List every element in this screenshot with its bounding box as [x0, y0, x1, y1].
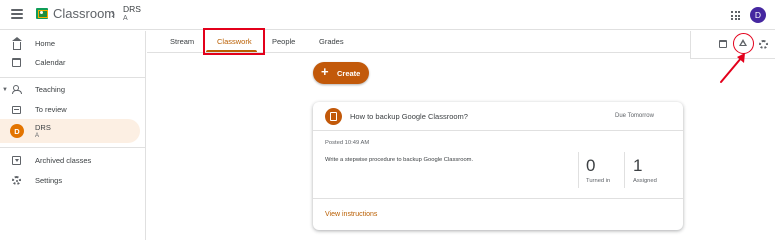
create-button-label: Create [337, 69, 361, 78]
assigned-count[interactable]: 1 [633, 156, 642, 176]
card-footer-divider [313, 198, 683, 199]
sidebar-item-label: Calendar [35, 58, 66, 67]
chevron-right-icon: › [111, 7, 115, 21]
google-calendar-icon[interactable] [719, 40, 727, 48]
stat-divider [624, 152, 625, 188]
top-app-bar: Classroom › DRS A D [0, 0, 775, 30]
sidebar-item-label: DRS [35, 123, 51, 132]
caret-down-icon[interactable]: ▼ [2, 87, 8, 93]
calendar-icon [11, 57, 22, 68]
sidebar-divider [0, 147, 146, 148]
app-title[interactable]: Classroom [53, 6, 115, 21]
assigned-label: Assigned [633, 178, 657, 184]
review-icon [11, 104, 22, 115]
sidebar-item-drs[interactable]: D DRS A [0, 119, 140, 143]
turned-in-count[interactable]: 0 [586, 156, 595, 176]
class-avatar: D [10, 124, 24, 138]
sidebar-item-home[interactable]: Home [0, 33, 140, 54]
tab-grades[interactable]: Grades [319, 37, 344, 46]
breadcrumb-class-section: A [123, 15, 128, 22]
annotation-arrow-icon [720, 53, 745, 83]
archive-icon [11, 155, 22, 166]
assignment-card-header[interactable]: How to backup Google Classroom? Due Tomo… [313, 102, 683, 131]
tab-stream[interactable]: Stream [170, 37, 194, 46]
breadcrumb-class-name[interactable]: DRS [123, 4, 141, 14]
assignment-due-date: Due Tomorrow [615, 113, 654, 119]
classroom-logo-icon[interactable] [36, 8, 48, 19]
assignment-title[interactable]: How to backup Google Classroom? [350, 112, 468, 121]
gear-icon [11, 175, 22, 186]
hamburger-menu-icon[interactable] [11, 9, 23, 19]
people-icon [11, 84, 22, 95]
sidebar-item-settings[interactable]: Settings [0, 170, 140, 191]
sidebar-item-teaching[interactable]: ▼ Teaching [0, 79, 140, 100]
tab-people[interactable]: People [272, 37, 295, 46]
class-settings-gear-icon[interactable] [759, 40, 768, 49]
drive-annotation-circle [733, 33, 754, 54]
assignment-icon [325, 108, 342, 125]
sidebar-divider [0, 77, 146, 78]
plus-icon: + [321, 64, 329, 79]
assignment-card[interactable]: How to backup Google Classroom? Due Tomo… [313, 102, 683, 230]
sidebar-item-label: Home [35, 39, 56, 48]
sidebar-item-label: Archived classes [35, 156, 92, 165]
google-apps-icon[interactable] [731, 11, 740, 20]
home-icon [11, 36, 22, 50]
account-avatar[interactable]: D [750, 7, 766, 23]
stat-divider [578, 152, 579, 188]
sidebar-item-label: Teaching [35, 85, 66, 94]
sidebar-item-sublabel: A [35, 133, 40, 139]
sidebar-item-calendar[interactable]: Calendar [0, 52, 140, 73]
view-instructions-link[interactable]: View instructions [325, 211, 377, 218]
sidebar-item-to-review[interactable]: To review [0, 99, 140, 120]
sidebar-item-label: To review [35, 105, 67, 114]
assignment-posted-time: Posted 10:49 AM [325, 140, 370, 146]
classwork-annotation-box [203, 28, 265, 55]
turned-in-label: Turned in [586, 178, 611, 184]
sidebar-item-archived-classes[interactable]: Archived classes [0, 150, 140, 171]
create-button[interactable]: + Create [313, 62, 369, 84]
sidebar-item-label: Settings [35, 176, 63, 185]
assignment-description: Write a stepwise procedure to backup Goo… [325, 157, 474, 163]
sidebar: Home Calendar ▼ Teaching To review D DRS… [0, 31, 146, 240]
